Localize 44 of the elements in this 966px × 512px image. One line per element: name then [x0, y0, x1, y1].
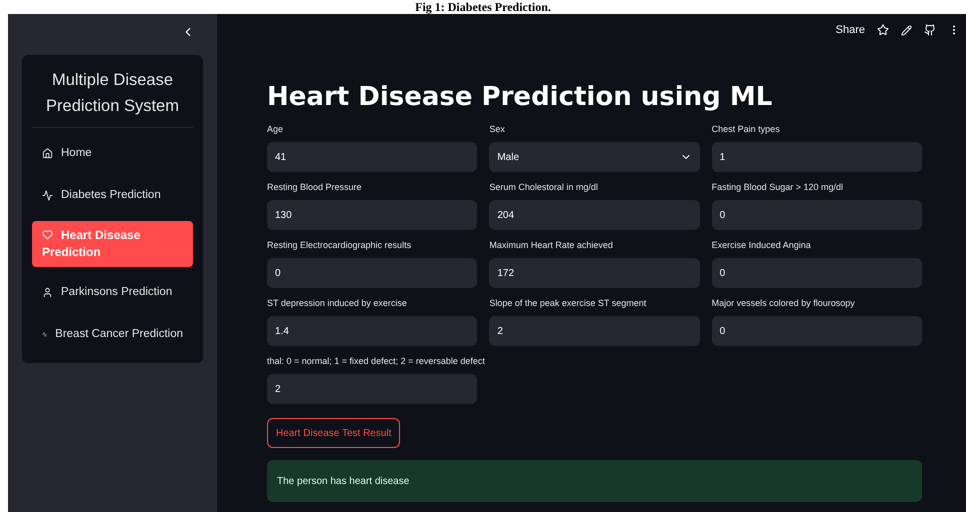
pulse-icon: [42, 190, 53, 201]
star-icon[interactable]: [877, 24, 889, 36]
number-field[interactable]: 130: [267, 200, 478, 230]
field-label: Fasting Blood Sugar > 120 mg/dl: [712, 181, 843, 194]
number-field[interactable]: 1: [712, 142, 922, 172]
menu-item[interactable]: Home: [32, 137, 193, 170]
number-field[interactable]: 172: [489, 258, 700, 288]
number-field[interactable]: 0: [267, 258, 478, 288]
field-label: Slope of the peak exercise ST segment: [489, 297, 646, 310]
field-label: Resting Electrocardiographic results: [267, 239, 412, 252]
select-field[interactable]: Male: [489, 142, 700, 172]
field-label: Resting Blood Pressure: [267, 181, 362, 194]
field-label: Maximum Heart Rate achieved: [489, 239, 613, 252]
pencil-icon[interactable]: [901, 24, 912, 36]
menu-item[interactable]: Parkinsons Prediction: [32, 276, 193, 309]
github-icon[interactable]: [924, 24, 936, 36]
number-field[interactable]: 1.4: [267, 316, 478, 346]
menu-title: Multiple Disease Prediction System: [32, 67, 193, 128]
field-label: Sex: [489, 123, 505, 136]
menu-item[interactable]: Breast Cancer Prediction: [32, 318, 193, 351]
field-label: Major vessels colored by flourosopy: [712, 297, 855, 310]
field-label: Age: [267, 123, 284, 136]
number-field[interactable]: 204: [489, 200, 700, 230]
number-field[interactable]: 0: [712, 200, 922, 230]
number-field[interactable]: 0: [712, 258, 922, 288]
alert-text: The person has heart disease: [277, 474, 410, 488]
field-label: ST depression induced by exercise: [267, 297, 407, 310]
number-field[interactable]: 2: [489, 316, 700, 346]
number-field[interactable]: 41: [267, 142, 478, 172]
house-icon: [42, 148, 53, 159]
number-field[interactable]: 0: [712, 316, 922, 346]
number-field[interactable]: 2: [267, 374, 478, 404]
field-label: Chest Pain types: [712, 123, 780, 136]
field-label: Serum Cholestoral in mg/dl: [489, 181, 598, 194]
heart-icon: [42, 229, 53, 240]
person-icon: [42, 287, 53, 298]
menu-item[interactable]: Diabetes Prediction: [32, 179, 193, 212]
share-link[interactable]: Share: [836, 22, 865, 38]
field-label: thal: 0 = normal; 1 = fixed defect; 2 = reversable defect: [267, 355, 485, 368]
field-label: Exercise Induced Angina: [712, 239, 811, 252]
pulse-icon: [42, 329, 48, 340]
figure-caption: Fig 1: Diabetes Prediction.: [415, 0, 551, 14]
page-title: Heart Disease Prediction using ML: [267, 81, 774, 114]
test-result-button[interactable]: Heart Disease Test Result: [267, 418, 400, 448]
